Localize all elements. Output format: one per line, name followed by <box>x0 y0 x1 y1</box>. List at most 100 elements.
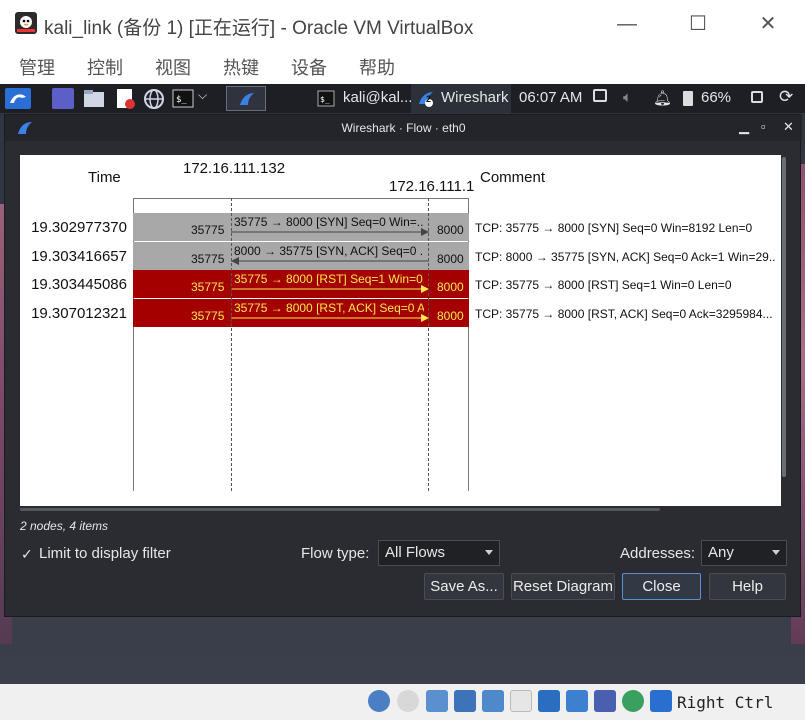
audio-status-icon[interactable] <box>368 690 390 712</box>
kali-vm-icon <box>15 12 37 34</box>
arrow-right-icon <box>231 285 429 293</box>
shared-folder-icon[interactable] <box>482 690 504 712</box>
flow-row-comment: TCP: 8000 → 35775 [SYN, ACK] Seq=0 Ack=1… <box>475 250 775 264</box>
usb-icon[interactable] <box>426 690 448 712</box>
clock[interactable]: 06:07 AM <box>519 89 582 106</box>
recording-icon[interactable] <box>566 690 588 712</box>
host-key-label: Right Ctrl <box>677 693 774 712</box>
kali-menu-icon[interactable] <box>5 88 31 109</box>
file-manager-icon[interactable] <box>83 88 105 109</box>
vertical-scrollbar[interactable] <box>781 155 787 506</box>
wireshark-window-count: 2 <box>425 94 431 104</box>
menu-help[interactable]: 帮助 <box>359 54 395 80</box>
status-label: 2 nodes, 4 items <box>20 519 109 533</box>
save-as-button[interactable]: Save As... <box>424 573 504 600</box>
terminal-icon[interactable]: $_ <box>172 88 194 109</box>
dialog-titlebar: Wireshark · Flow · eth0 ▁ ▫ ✕ <box>5 115 802 141</box>
close-button[interactable]: Close <box>622 573 701 600</box>
dialog-minimize-button[interactable]: ▁ <box>739 119 749 135</box>
flow-row-time: 19.303416657 <box>31 248 127 265</box>
flow-row-time: 19.307012321 <box>31 305 127 322</box>
volume-icon[interactable]: 🔈︎ <box>623 89 632 106</box>
menu-hotkey[interactable]: 热键 <box>223 54 259 80</box>
battery-icon[interactable] <box>683 91 693 106</box>
flow-row-comment: TCP: 35775 → 8000 [RST] Seq=1 Win=0 Len=… <box>475 278 732 292</box>
help-button[interactable]: Help <box>709 573 786 600</box>
time-column-header: Time <box>88 169 121 186</box>
host-key-arrow-icon[interactable] <box>650 690 672 712</box>
destination-port: 8000 <box>437 252 464 266</box>
close-window-button[interactable]: ✕ <box>753 10 783 38</box>
menu-view[interactable]: 视图 <box>155 54 191 80</box>
dialog-close-button[interactable]: ✕ <box>783 119 794 135</box>
notification-bell-icon[interactable]: 🔔︎ <box>653 89 672 107</box>
vbox-titlebar: kali_link (备份 1) [正在运行] - Oracle VM Virt… <box>0 0 805 48</box>
dialog-maximize-button[interactable]: ▫ <box>761 119 766 134</box>
flow-row-time: 19.303445086 <box>31 276 127 293</box>
power-icon[interactable]: ⟳ <box>779 87 793 107</box>
wireshark-task-label: Wireshark <box>441 89 509 106</box>
menu-devices[interactable]: 设备 <box>291 54 327 80</box>
flow-row-time: 19.302977370 <box>31 219 127 236</box>
text-editor-icon[interactable] <box>114 88 136 109</box>
network-icon[interactable] <box>454 690 476 712</box>
clipboard-icon[interactable] <box>510 690 532 712</box>
addresses-value: Any <box>708 544 734 561</box>
flow-type-value: All Flows <box>385 544 446 561</box>
minimize-button[interactable]: — <box>612 10 642 38</box>
vbox-statusbar: Right Ctrl <box>0 684 805 720</box>
flow-row-comment: TCP: 35775 → 8000 [SYN] Seq=0 Win=8192 L… <box>475 221 753 235</box>
limit-to-display-filter-checkbox[interactable]: Limit to display filter <box>39 545 171 562</box>
launcher-dropdown-icon[interactable]: ⌵ <box>198 88 207 103</box>
menu-control[interactable]: 控制 <box>87 54 123 80</box>
guest-additions-icon[interactable] <box>622 690 644 712</box>
kali-top-panel: $_ ⌵ $_ kali@kal... 2 Wireshark 06:07 AM… <box>0 84 805 113</box>
maximize-button[interactable]: ☐ <box>683 10 713 38</box>
flow-type-label: Flow type: <box>301 545 370 562</box>
flow-row-comment: TCP: 35775 → 8000 [RST, ACK] Seq=0 Ack=3… <box>475 307 773 321</box>
workspace-switcher[interactable] <box>226 86 266 111</box>
diagram-top-border <box>133 198 469 199</box>
source-port: 35775 <box>191 309 225 323</box>
chevron-down-icon <box>485 550 493 555</box>
show-desktop-icon[interactable] <box>52 88 74 109</box>
display-status-icon[interactable] <box>538 690 560 712</box>
source-port: 35775 <box>191 280 225 294</box>
destination-port: 8000 <box>437 309 464 323</box>
display-icon[interactable] <box>593 89 607 102</box>
arrow-right-icon <box>231 314 429 322</box>
battery-percentage: 66% <box>701 89 732 106</box>
source-port: 35775 <box>191 252 225 266</box>
node-b-address: 172.16.111.1 <box>389 178 475 195</box>
flow-type-select[interactable]: All Flows <box>378 540 500 566</box>
window-title: kali_link (备份 1) [正在运行] - Oracle VM Virt… <box>44 18 474 39</box>
arrow-right-icon <box>231 228 429 236</box>
flow-diagram[interactable]: Time 172.16.111.132 172.16.111.1 Comment… <box>20 155 781 506</box>
flow-graph-dialog: Wireshark · Flow · eth0 ▁ ▫ ✕ Time 172.1… <box>4 114 802 617</box>
limit-checkbox-check-icon[interactable]: ✓ <box>21 546 33 563</box>
optical-drive-icon[interactable] <box>397 690 419 712</box>
arrow-left-icon <box>231 257 429 265</box>
lock-screen-icon[interactable] <box>751 91 763 103</box>
terminal-task-icon: $_ <box>317 90 335 107</box>
horizontal-scrollbar-thumb[interactable] <box>20 508 660 511</box>
addresses-label: Addresses: <box>620 545 696 562</box>
terminal-task[interactable]: kali@kal... <box>343 89 412 106</box>
guest-screen: $_ ⌵ $_ kali@kal... 2 Wireshark 06:07 AM… <box>0 84 805 684</box>
virtualization-icon[interactable] <box>594 690 616 712</box>
destination-port: 8000 <box>437 223 464 237</box>
source-port: 35775 <box>191 223 225 237</box>
menu-manage[interactable]: 管理 <box>19 54 55 80</box>
addresses-select[interactable]: Any <box>701 540 787 566</box>
svg-text:$_: $_ <box>320 95 330 104</box>
browser-icon[interactable] <box>143 88 165 109</box>
destination-port: 8000 <box>437 280 464 294</box>
chevron-down-icon <box>772 550 780 555</box>
wireshark-workspace-icon <box>240 93 254 105</box>
comment-column-header: Comment <box>480 169 546 186</box>
vertical-scrollbar-thumb[interactable] <box>782 157 786 477</box>
reset-diagram-button[interactable]: Reset Diagram <box>511 573 615 600</box>
wireshark-task[interactable]: 2 Wireshark <box>411 84 511 113</box>
vbox-menubar: 管理 控制 视图 热键 设备 帮助 <box>0 48 805 84</box>
node-a-lifeline <box>231 198 232 491</box>
